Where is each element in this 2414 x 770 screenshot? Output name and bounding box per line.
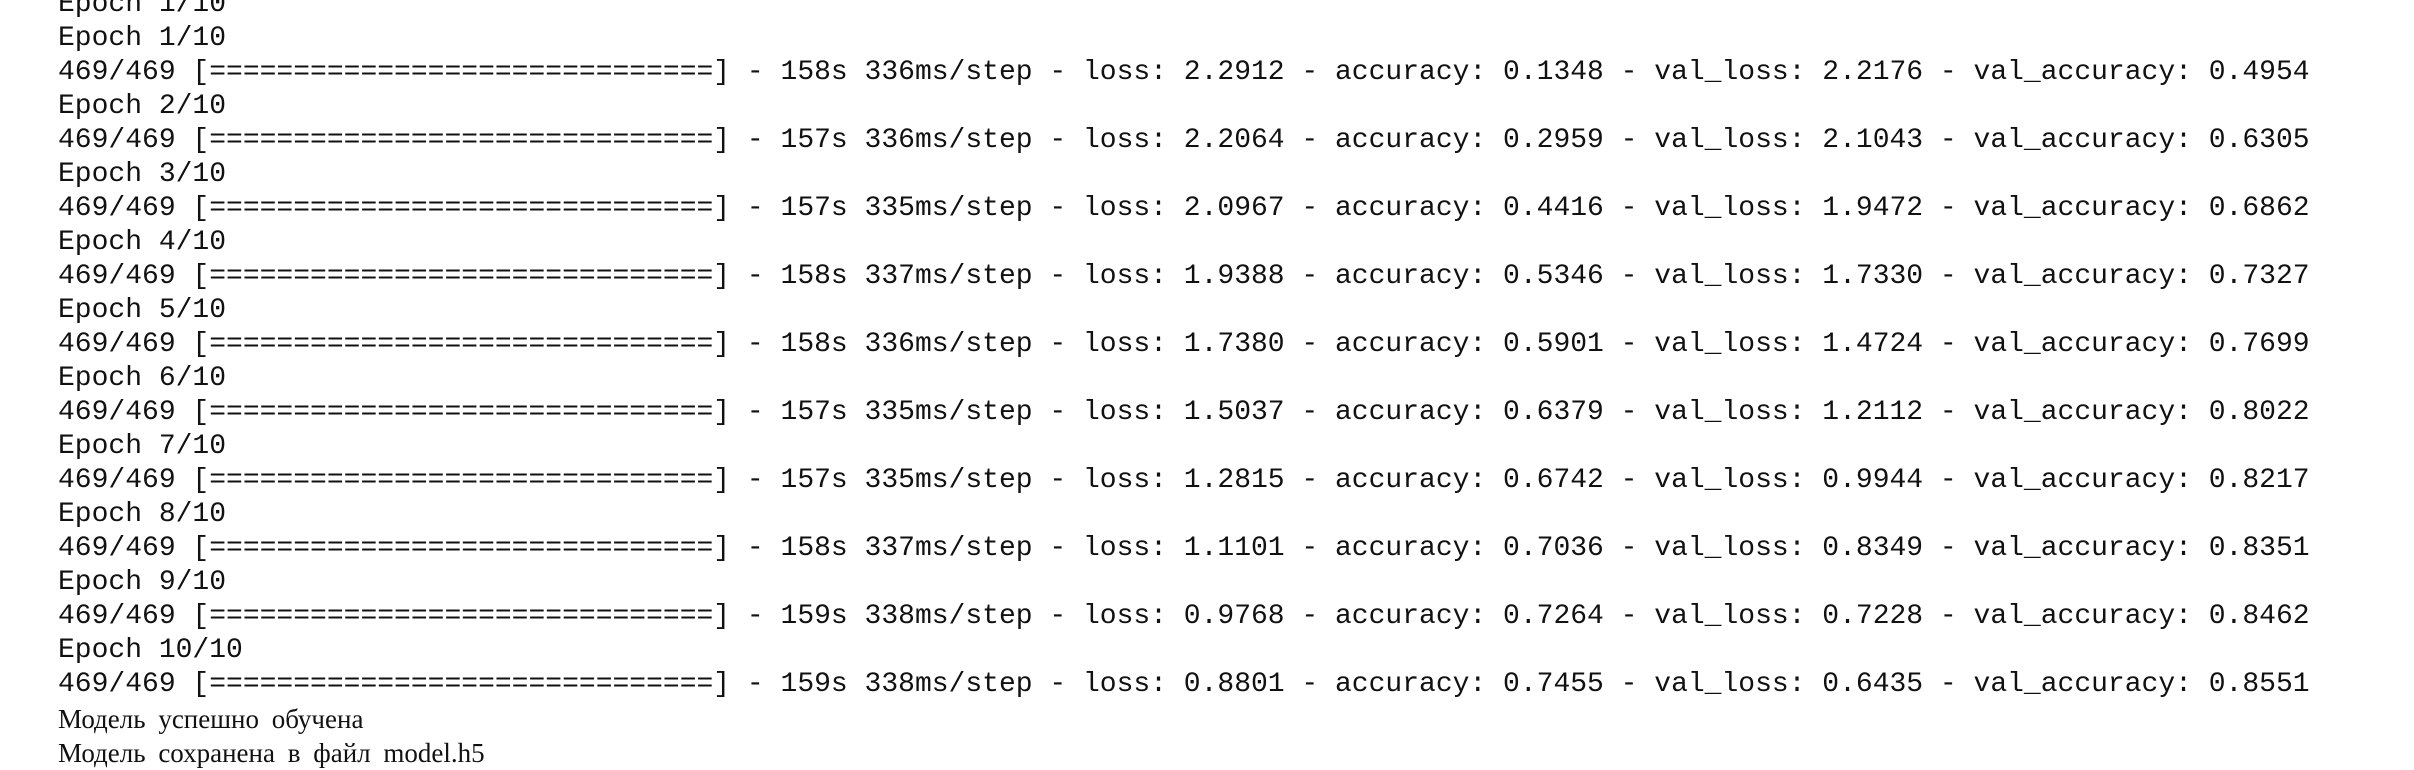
epoch-progress-line: 469/469 [==============================]… (58, 669, 2310, 700)
epoch-progress-line: 469/469 [==============================]… (58, 601, 2310, 632)
cut-off-bottom-line: Модель сохранена в файл model.h5 (58, 738, 485, 768)
epoch-progress-line: 469/469 [==============================]… (58, 125, 2310, 156)
epoch-header: Epoch 2/10 (58, 91, 227, 122)
epoch-progress-line: 469/469 [==============================]… (58, 465, 2310, 496)
training-output-console: Epoch 1/10 Epoch 1/10 469/469 [=========… (58, 0, 2310, 770)
epoch-progress-line: 469/469 [==============================]… (58, 329, 2310, 360)
epoch-progress-line: 469/469 [==============================]… (58, 533, 2310, 564)
epoch-header: Epoch 7/10 (58, 431, 227, 462)
cut-off-top-line: Epoch 1/10 (58, 0, 227, 20)
epoch-header: Epoch 9/10 (58, 567, 227, 598)
epoch-progress-line: 469/469 [==============================]… (58, 397, 2310, 428)
epoch-progress-line: 469/469 [==============================]… (58, 57, 2310, 88)
epoch-header: Epoch 6/10 (58, 363, 227, 394)
epoch-header: Epoch 4/10 (58, 227, 227, 258)
epoch-header: Epoch 1/10 (58, 23, 227, 54)
success-message: Модель успешно обучена (58, 704, 364, 734)
epoch-header: Epoch 10/10 (58, 635, 243, 666)
epoch-header: Epoch 8/10 (58, 499, 227, 530)
epoch-progress-line: 469/469 [==============================]… (58, 261, 2310, 292)
epoch-progress-line: 469/469 [==============================]… (58, 193, 2310, 224)
epoch-header: Epoch 5/10 (58, 295, 227, 326)
epoch-header: Epoch 3/10 (58, 159, 227, 190)
